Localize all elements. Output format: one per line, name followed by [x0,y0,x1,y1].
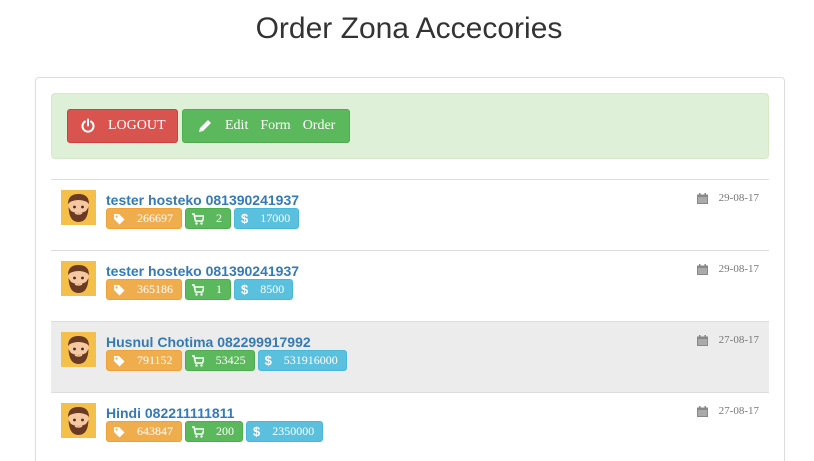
calendar-icon [696,192,708,204]
logout-label: LOGOUT [108,118,166,133]
price-badge: $ 8500 [234,279,294,300]
order-code: 266697 [137,211,173,225]
avatar [61,403,96,438]
order-badges: 365186 1 $ 8500 [106,279,294,300]
page-title: Order Zona Accecories [255,12,563,45]
order-date: 27-08-17 [696,405,759,417]
price-badge: $ 531916000 [257,350,347,371]
order-badges: 791152 53425 $ 531916000 [106,350,347,371]
quantity: 2 [216,211,222,225]
customer-link[interactable]: tester hosteko 081390241937 [106,192,299,208]
power-icon [80,118,96,134]
pencil-icon [197,118,213,134]
form-word: Form [260,118,291,133]
cart-icon [192,212,204,225]
order-badges: 266697 2 $ 17000 [106,208,300,229]
order-date: 27-08-17 [696,334,759,346]
order-code-badge: 643847 [106,421,182,442]
date-text: 29-08-17 [718,192,759,204]
order-row[interactable]: Husnul Chotima 082299917992 27-08-17 791… [51,321,769,392]
customer-link[interactable]: tester hosteko 081390241937 [106,263,299,279]
order-code: 791152 [137,353,173,367]
cart-icon [191,354,204,367]
quantity-badge: 200 [185,421,243,442]
customer-link[interactable]: Hindi 082211111811 [106,405,234,421]
order-list: tester hosteko 081390241937 29-08-17 266… [51,179,769,461]
customer-link[interactable]: Husnul Chotima 082299917992 [106,334,311,350]
price: 8500 [260,282,285,296]
cart-icon [192,283,204,296]
quantity-badge: 1 [185,279,231,300]
dollar-icon: $ [241,282,249,297]
quantity: 1 [216,282,222,296]
tag-icon [113,213,125,225]
edit-word: Edit [225,118,249,133]
order-code: 365186 [137,282,173,296]
dollar-icon: $ [253,424,261,439]
dollar-icon: $ [241,211,249,226]
avatar [61,332,96,367]
order-word: Order [302,118,336,133]
tag-icon [113,426,125,438]
tag-icon [113,355,125,367]
avatar [61,261,96,296]
tag-icon [113,284,125,296]
logout-button[interactable]: LOGOUT [67,109,178,143]
order-row[interactable]: tester hosteko 081390241937 29-08-17 266… [51,179,769,250]
price: 2350000 [272,424,315,438]
order-code-badge: 266697 [106,208,182,229]
date-text: 29-08-17 [718,263,759,275]
quantity: 200 [216,424,234,438]
price-badge: $ 2350000 [246,421,324,442]
order-row[interactable]: Hindi 082211111811 27-08-17 643847 200 $… [51,392,769,461]
order-date: 29-08-17 [696,263,759,275]
quantity-badge: 2 [185,208,231,229]
edit-form-order-label: Edit Form Order [225,118,347,134]
dollar-icon: $ [264,353,272,368]
price: 531916000 [283,353,338,367]
avatar [61,190,96,225]
order-code: 643847 [137,424,173,438]
calendar-icon [696,263,708,275]
cart-icon [192,425,204,438]
order-code-badge: 791152 [106,350,182,371]
order-badges: 643847 200 $ 2350000 [106,421,324,442]
order-date: 29-08-17 [696,192,759,204]
price: 17000 [260,211,291,225]
quantity: 53425 [215,353,246,367]
order-row[interactable]: tester hosteko 081390241937 29-08-17 365… [51,250,769,321]
quantity-badge: 53425 [184,350,255,371]
date-text: 27-08-17 [718,405,759,417]
date-text: 27-08-17 [718,334,759,346]
calendar-icon [696,405,708,417]
edit-form-order-button[interactable]: Edit Form Order [182,109,350,143]
order-code-badge: 365186 [106,279,182,300]
price-badge: $ 17000 [234,208,300,229]
calendar-icon [696,334,708,346]
